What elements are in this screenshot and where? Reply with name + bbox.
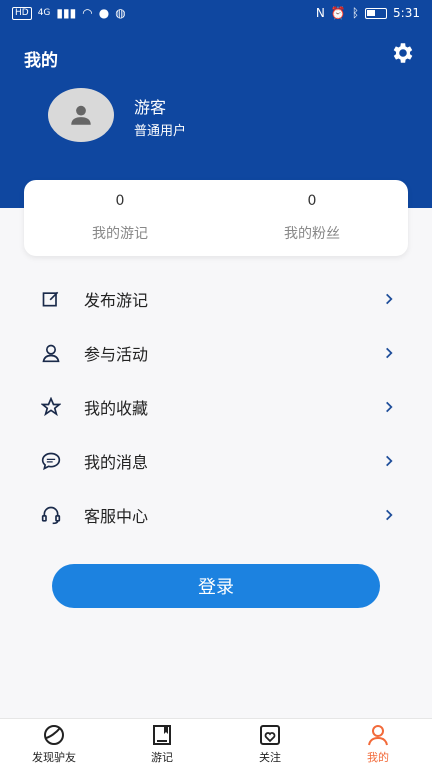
profile-icon <box>368 724 388 745</box>
stat-fans[interactable]: 0 我的粉丝 <box>252 193 372 243</box>
login-button[interactable]: 登录 <box>52 564 380 608</box>
stat-journals[interactable]: 0 我的游记 <box>60 193 180 243</box>
discover-icon <box>44 724 64 745</box>
nav-discover[interactable]: 发现驴友 <box>14 723 94 765</box>
avatar[interactable] <box>48 88 114 142</box>
status-bar: HD 4G ▮▮▮ ◠ ● ◍ N ⏰ ᛒ 5:31 <box>0 0 432 26</box>
message-icon: ◍ <box>115 6 126 20</box>
menu-label: 客服中心 <box>84 507 149 526</box>
nav-label: 游记 <box>151 750 173 764</box>
gear-icon <box>393 43 413 63</box>
bottom-nav: 发现驴友 游记 关注 我的 <box>0 718 432 768</box>
chevron-right-icon <box>386 401 393 413</box>
chevron-right-icon <box>386 293 393 305</box>
person-icon <box>40 342 62 364</box>
wifi-icon: ◠ <box>82 6 93 20</box>
alarm-icon: ⏰ <box>330 6 346 20</box>
nav-label: 我的 <box>367 750 389 764</box>
status-left: HD 4G ▮▮▮ ◠ ● ◍ <box>12 6 126 20</box>
fans-count: 0 <box>307 193 317 209</box>
menu-label: 参与活动 <box>84 345 149 364</box>
chevron-right-icon <box>386 347 393 359</box>
menu-item-activities[interactable]: 参与活动 <box>0 326 432 380</box>
edit-icon <box>40 288 62 310</box>
chevron-right-icon <box>386 509 393 521</box>
nav-label: 关注 <box>259 750 281 764</box>
user-silhouette-icon <box>71 105 91 125</box>
clock: 5:31 <box>393 6 420 20</box>
menu-item-publish[interactable]: 发布游记 <box>0 272 432 326</box>
user-name: 游客 <box>134 98 167 117</box>
chat-icon <box>40 450 62 472</box>
star-icon <box>40 396 62 418</box>
nav-journals[interactable]: 游记 <box>122 723 202 765</box>
fans-label: 我的粉丝 <box>284 226 340 242</box>
hd-badge: HD <box>12 6 32 20</box>
heart-card-icon <box>260 724 280 745</box>
signal-icon: ▮▮▮ <box>56 6 77 20</box>
battery-icon <box>365 7 388 19</box>
menu-label: 我的消息 <box>84 453 149 472</box>
nav-follow[interactable]: 关注 <box>230 723 310 765</box>
page-title: 我的 <box>24 51 58 71</box>
nav-profile[interactable]: 我的 <box>338 723 418 765</box>
menu-label: 发布游记 <box>84 291 149 310</box>
signal-label: 4G <box>37 8 51 18</box>
nfc-icon: N <box>315 6 325 20</box>
settings-button[interactable] <box>390 40 416 66</box>
chevron-right-icon <box>386 455 393 467</box>
journals-count: 0 <box>115 193 125 209</box>
stats-card: 0 我的游记 0 我的粉丝 <box>24 180 408 256</box>
user-role: 普通用户 <box>134 124 187 139</box>
app-notification-icon: ● <box>98 6 110 20</box>
menu-item-messages[interactable]: 我的消息 <box>0 434 432 488</box>
menu-item-favorites[interactable]: 我的收藏 <box>0 380 432 434</box>
journals-label: 我的游记 <box>92 226 148 242</box>
menu-item-support[interactable]: 客服中心 <box>0 488 432 542</box>
bluetooth-icon: ᛒ <box>351 6 360 20</box>
nav-label: 发现驴友 <box>32 750 76 764</box>
headset-icon <box>40 504 62 526</box>
book-icon <box>153 724 171 745</box>
menu-list: 发布游记 参与活动 我的收藏 我的消息 客服中心 <box>0 272 432 542</box>
menu-label: 我的收藏 <box>84 399 149 418</box>
status-right: N ⏰ ᛒ 5:31 <box>316 6 420 20</box>
